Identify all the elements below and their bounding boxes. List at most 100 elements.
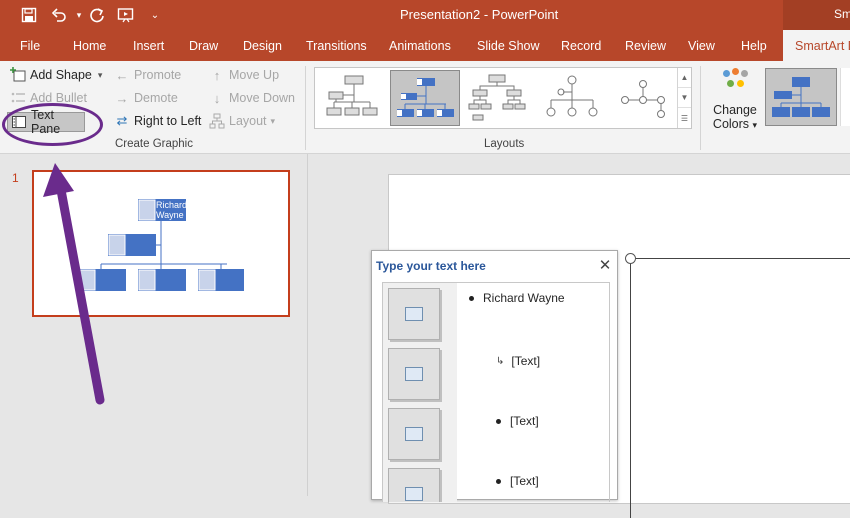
text-pane-item[interactable]: [Text] [496,474,539,488]
demote-label: Demote [134,91,178,105]
text-pane-item-text: [Text] [510,414,539,428]
tab-help[interactable]: Help [741,39,767,53]
title-bar: ▾ ⌄ Presentation2 - PowerPoint Sm [0,0,850,30]
tab-smartart-design[interactable]: SmartArt D [783,30,850,61]
slide-thumbnail[interactable]: Richard Wayne [32,170,290,317]
save-icon[interactable] [18,4,40,26]
style-thumb-next[interactable] [840,68,850,126]
right-to-left-label: Right to Left [134,114,202,128]
insert-picture-icon[interactable] [388,348,440,400]
tab-animations[interactable]: Animations [389,39,451,53]
present-from-beginning-icon[interactable] [115,4,137,26]
tab-insert[interactable]: Insert [133,39,164,53]
layout-label: Layout [229,114,267,128]
text-pane-list: Richard Wayne ↳ [Text] [Text] [Text] [382,282,610,502]
bullet-icon [496,418,501,424]
layout-thumb-picture-org-chart[interactable] [390,70,460,126]
layout-dropdown-icon: ▾ [270,115,276,126]
ribbon: Add Shape ▾ Add Bullet Text Pane ← Promo… [0,61,850,154]
tab-draw[interactable]: Draw [189,39,218,53]
right-to-left-button[interactable]: ⇄ Right to Left [114,113,202,129]
layout-button[interactable]: Layout ▾ [209,113,275,129]
highlight-circle-annotation [2,103,103,146]
promote-button[interactable]: ← Promote [114,67,182,83]
change-colors-button[interactable]: Change Colors ▾ [706,66,764,146]
add-shape-label: Add Shape [30,68,92,82]
smartart-text-pane: Type your text here ✕ Richard Wayne ↳ [T… [371,250,618,502]
thumbnail-root-name: Richard Wayne [156,200,187,220]
move-down-label: Move Down [229,91,295,105]
add-bullet-icon [10,90,26,106]
smartart-styles-gallery [764,67,850,129]
insert-picture-icon[interactable] [388,408,440,460]
text-pane-picture-column [383,283,457,502]
gallery-scroll-up-icon[interactable]: ▲ [678,68,691,88]
add-shape-dropdown-icon[interactable]: ▾ [98,70,103,81]
tab-record[interactable]: Record [561,39,601,53]
thumbnail-root-name-line2: Wayne [156,210,184,220]
tab-design[interactable]: Design [243,39,282,53]
layout-thumb-org-chart[interactable] [319,70,389,126]
tab-review[interactable]: Review [625,39,666,53]
sub-level-arrow-icon: ↳ [496,355,505,367]
smartart-frame[interactable] [625,253,850,518]
tab-smartart-design-label: SmartArt D [795,39,850,53]
picture-icon [405,307,423,321]
move-up-label: Move Up [229,68,280,82]
bullet-icon [496,478,501,484]
change-colors-label-line2: Colors [712,117,750,131]
tab-slide-show[interactable]: Slide Show [477,39,540,53]
text-pane-item-text: [Text] [510,474,539,488]
gallery-scroll-down-icon[interactable]: ▼ [678,88,691,108]
move-up-arrow-icon: ↑ [213,67,221,83]
ribbon-tabs: File Home Insert Draw Design Transitions… [0,30,850,61]
right-to-left-icon: ⇄ [116,113,128,128]
contextual-tab-header-text: Sm [834,7,850,21]
layout-thumb-hierarchy[interactable] [465,70,535,126]
undo-icon[interactable] [48,4,70,26]
window-title: Presentation2 - PowerPoint [400,7,559,22]
layout-org-icon [209,113,225,129]
create-graphic-group-label: Create Graphic [115,138,193,150]
move-up-button[interactable]: ↑ Move Up [209,67,279,83]
text-pane-item[interactable]: ↳ [Text] [496,354,540,368]
text-pane-item[interactable]: Richard Wayne [469,291,565,305]
change-colors-label-line1: Change [713,103,757,117]
text-pane-item-text: [Text] [511,354,541,368]
move-down-button[interactable]: ↓ Move Down [209,90,295,106]
style-thumb-selected[interactable] [765,68,837,126]
change-colors-dropdown-icon: ▾ [752,120,758,130]
add-shape-button[interactable]: Add Shape ▾ [10,67,102,83]
slide-number: 1 [12,171,19,185]
picture-icon [405,427,423,441]
text-pane-item-text: Richard Wayne [483,291,565,305]
text-pane-title: Type your text here [376,259,486,273]
layout-thumb-horizontal-hierarchy[interactable] [609,70,679,126]
demote-arrow-icon: → [115,90,129,106]
resize-handle[interactable] [625,253,636,264]
gallery-more-icon[interactable]: ☰ [678,108,691,128]
tab-view[interactable]: View [688,39,715,53]
insert-picture-icon[interactable] [388,468,440,502]
slide-thumbnail-pane: 1 Richard Wayne [0,154,308,496]
redo-icon[interactable] [86,4,108,26]
customize-toolbar-icon[interactable]: ⌄ [144,4,166,26]
change-colors-label-line2-wrap: Colors ▾ [706,117,764,131]
tab-file[interactable]: File [20,39,40,53]
layout-thumb-name-title-org-chart[interactable] [537,70,607,126]
layouts-gallery-scroll: ▲ ▼ ☰ [677,68,691,128]
close-icon[interactable]: ✕ [598,257,612,274]
demote-button[interactable]: → Demote [114,90,178,106]
promote-arrow-icon: ← [115,67,129,83]
layouts-group-label: Layouts [484,138,525,150]
picture-icon [405,367,423,381]
move-down-arrow-icon: ↓ [213,90,221,106]
bullet-icon [469,295,474,301]
tab-home[interactable]: Home [73,39,106,53]
group-separator [700,66,701,150]
promote-label: Promote [134,68,182,82]
group-separator [305,66,306,150]
insert-picture-icon[interactable] [388,288,440,340]
text-pane-item[interactable]: [Text] [496,414,539,428]
tab-transitions[interactable]: Transitions [306,39,367,53]
